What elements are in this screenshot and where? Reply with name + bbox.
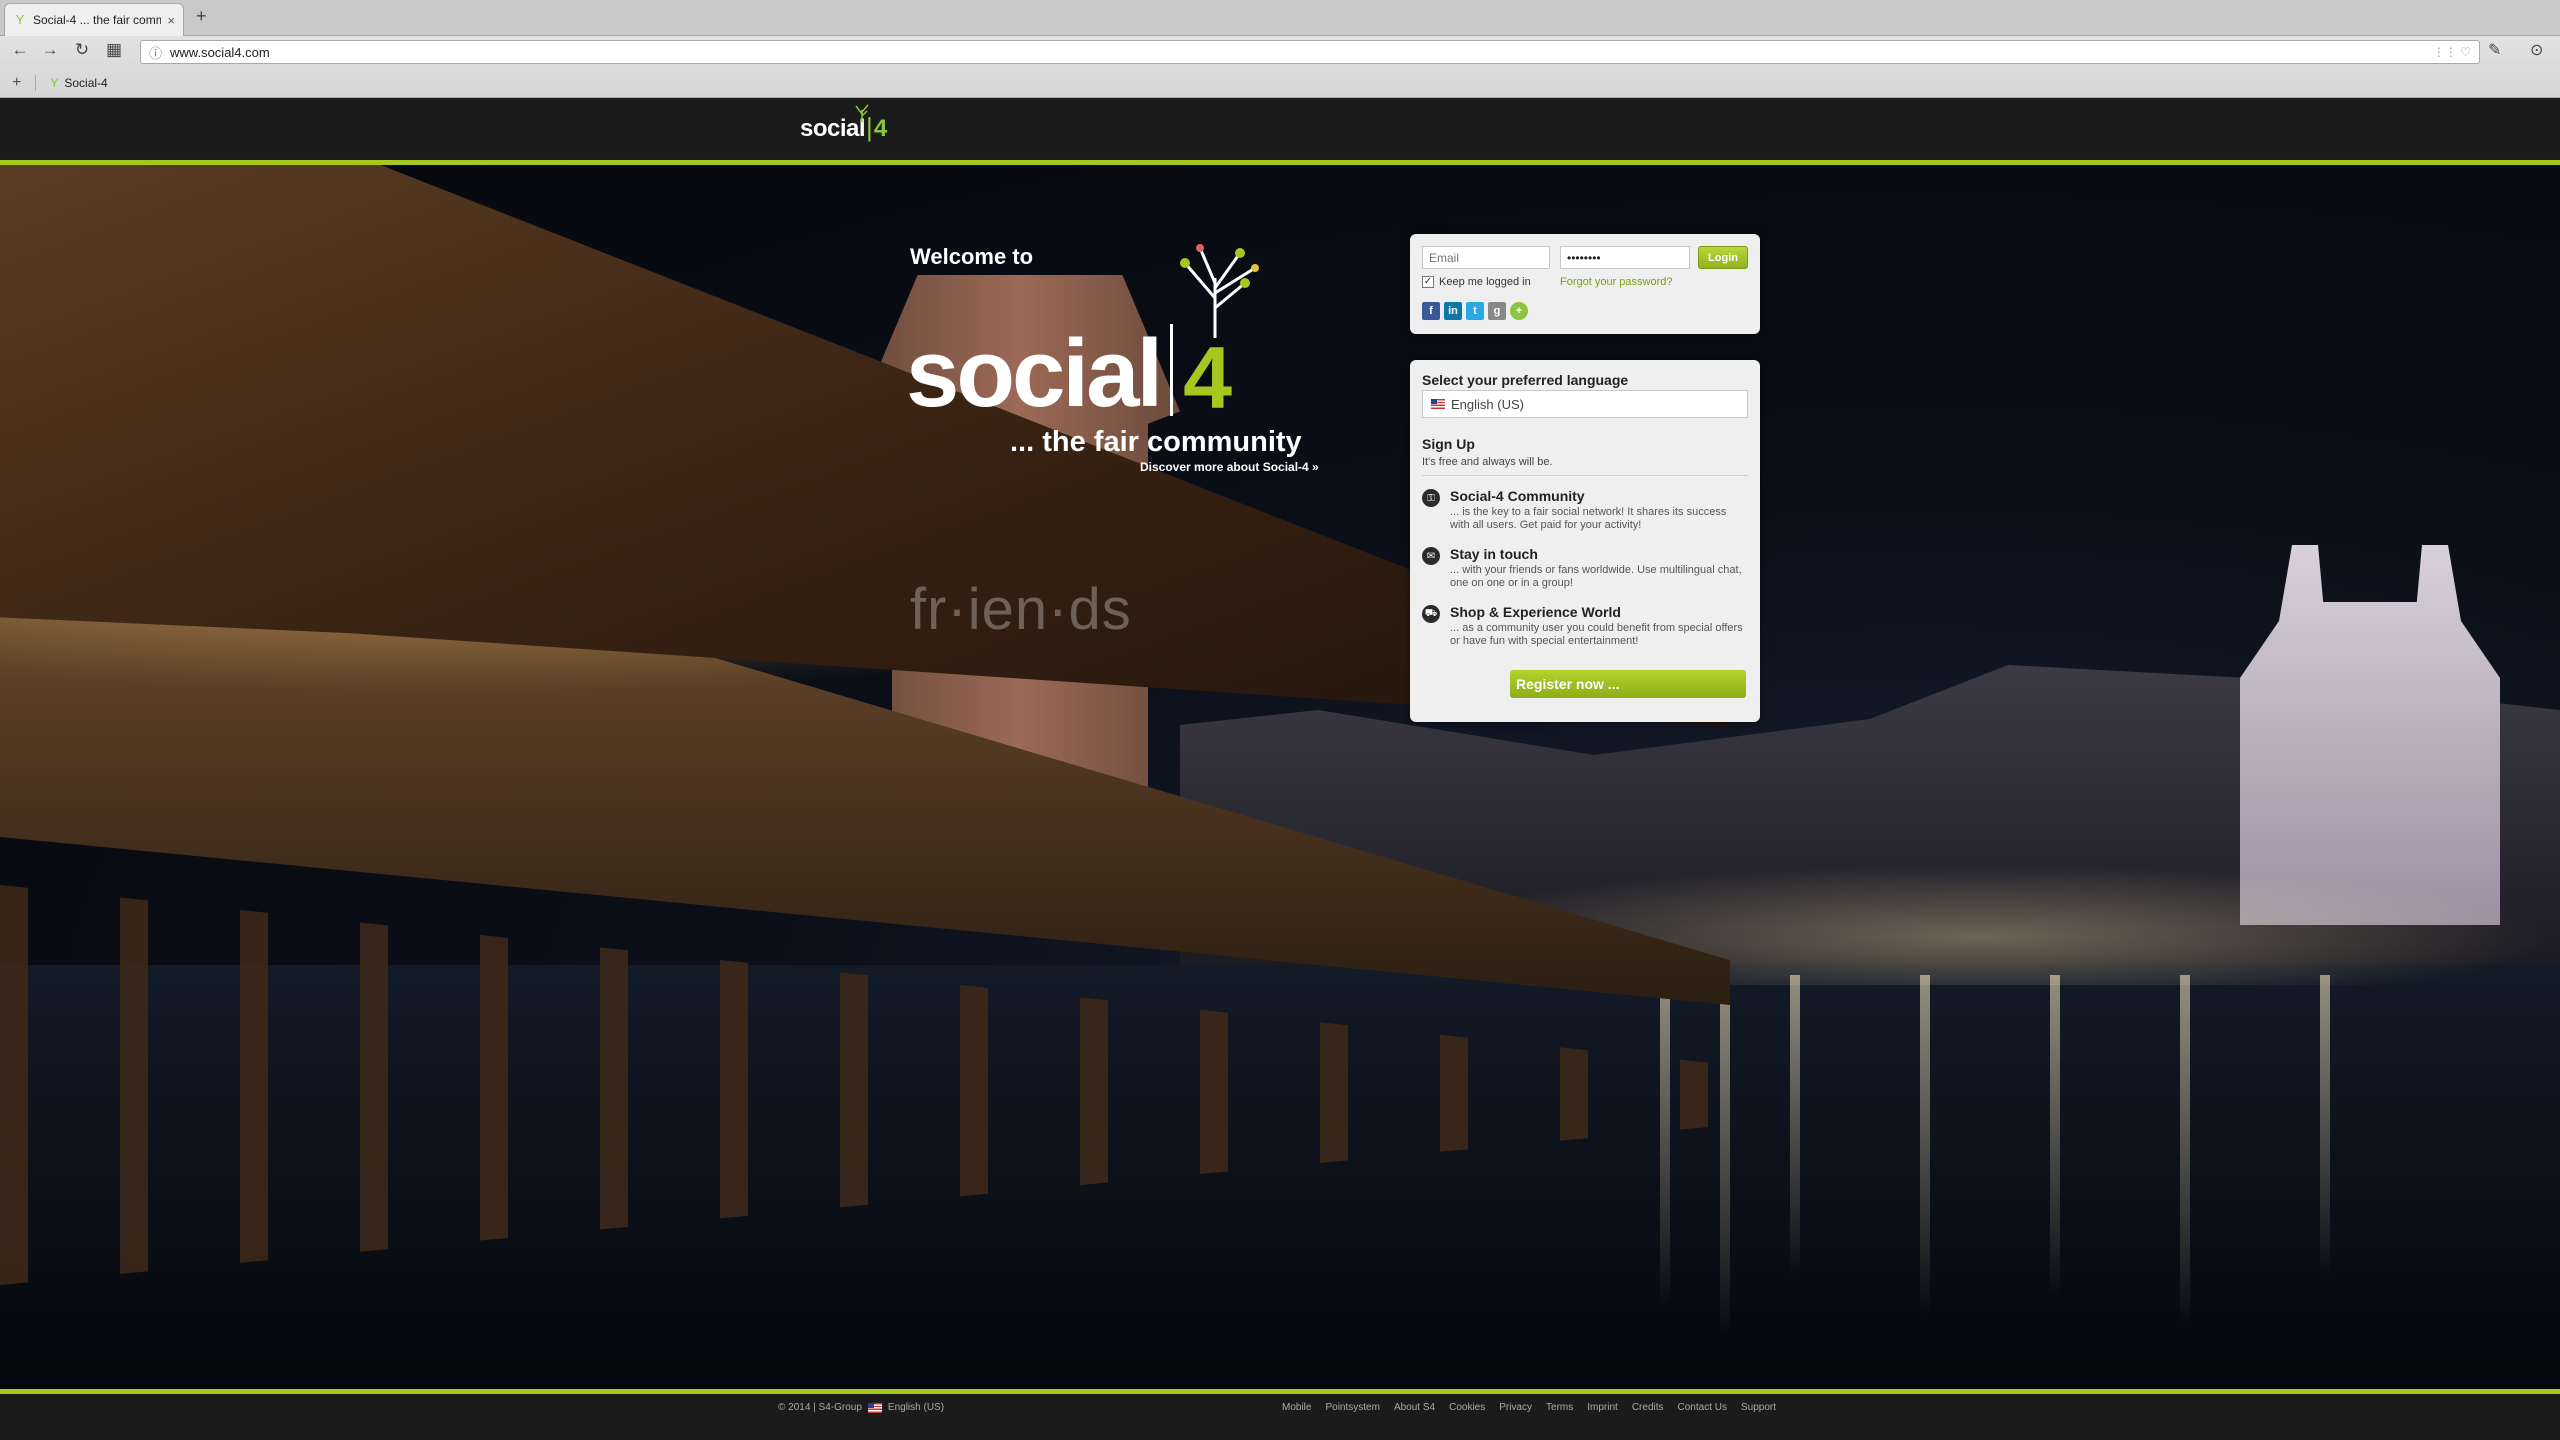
login-box: Login ✓ Keep me logged in Forgot your pa… xyxy=(1410,234,1760,334)
feature-description: ... with your friends or fans worldwide.… xyxy=(1450,564,1742,589)
footer-link-credits[interactable]: Credits xyxy=(1632,1402,1664,1413)
more-icon[interactable]: + xyxy=(1510,302,1528,320)
social4-logo: social 4 xyxy=(906,324,1232,422)
footer-link-cookies[interactable]: Cookies xyxy=(1449,1402,1485,1413)
footer-copyright: © 2014 | S4-Group xyxy=(778,1402,862,1413)
signup-divider xyxy=(1422,475,1748,476)
linkedin-icon[interactable]: in xyxy=(1444,302,1462,320)
email-field[interactable] xyxy=(1422,246,1550,269)
light-reflection xyxy=(2050,975,2060,1295)
tree-logo-icon xyxy=(1180,244,1259,338)
feature-title: Shop & Experience World xyxy=(1450,604,1621,620)
keep-logged-in-checkbox[interactable]: ✓ xyxy=(1422,276,1434,288)
header-logo[interactable]: social | 4 xyxy=(800,104,888,143)
register-button[interactable]: Register now ... xyxy=(1510,670,1746,698)
feature-title: Social-4 Community xyxy=(1450,488,1585,504)
footer-link-pointsystem[interactable]: Pointsystem xyxy=(1325,1402,1379,1413)
logo-divider xyxy=(1170,324,1174,416)
feature-shop: ⛟ Shop & Experience World ... as a commu… xyxy=(1422,604,1748,648)
password-field[interactable] xyxy=(1560,246,1690,269)
light-reflection xyxy=(2180,975,2190,1325)
feature-description: ... is the key to a fair social network!… xyxy=(1450,506,1727,531)
footer-link-mobile[interactable]: Mobile xyxy=(1282,1402,1311,1413)
tree-icon xyxy=(855,104,869,122)
social-login-icons: f in t g + xyxy=(1422,302,1528,320)
bookmark-label: Social-4 xyxy=(64,76,108,90)
light-reflection xyxy=(1790,975,1800,1275)
forward-icon[interactable]: → xyxy=(38,40,62,60)
cart-icon: ⛟ xyxy=(1422,605,1440,623)
tagline: ... the fair community xyxy=(1010,426,1302,458)
signup-box: Select your preferred language English (… xyxy=(1410,360,1760,722)
welcome-title: Welcome to xyxy=(910,244,1034,269)
url-text: www.social4.com xyxy=(170,44,270,60)
footer-link-terms[interactable]: Terms xyxy=(1546,1402,1573,1413)
twitter-icon[interactable]: t xyxy=(1466,302,1484,320)
us-flag-icon xyxy=(867,1402,882,1413)
bookmarks-bar: + Y Social-4 xyxy=(0,68,2560,98)
reload-icon[interactable]: ↻ xyxy=(70,40,94,60)
tab-strip: Y Social-4 ... the fair commu × + xyxy=(0,0,2560,36)
language-value: English (US) xyxy=(1451,396,1524,412)
footer-link-privacy[interactable]: Privacy xyxy=(1499,1402,1532,1413)
apps-grid-icon[interactable]: ▦ xyxy=(102,40,126,60)
browser-tab[interactable]: Y Social-4 ... the fair commu × xyxy=(4,3,184,36)
browser-chrome: Y Social-4 ... the fair commu × + ← → ↻ … xyxy=(0,0,2560,98)
feature-community: ⚿ Social-4 Community ... is the key to a… xyxy=(1422,488,1748,532)
discover-link[interactable]: Discover more about Social-4 » xyxy=(1140,460,1319,474)
close-tab-icon[interactable]: × xyxy=(167,13,175,28)
language-select[interactable]: English (US) xyxy=(1422,390,1748,418)
us-flag-icon xyxy=(1431,399,1445,409)
facebook-icon[interactable]: f xyxy=(1422,302,1440,320)
footer-link-contact[interactable]: Contact Us xyxy=(1678,1402,1727,1413)
logo-social-text: social xyxy=(906,320,1163,427)
feature-stay-in-touch: ✉ Stay in touch ... with your friends or… xyxy=(1422,546,1748,590)
site-header: social | 4 xyxy=(0,98,2560,160)
new-tab-icon[interactable]: + xyxy=(196,6,207,27)
footer-link-about[interactable]: About S4 xyxy=(1394,1402,1435,1413)
friends-text: fr·ien·ds xyxy=(910,577,1132,642)
google-icon[interactable]: g xyxy=(1488,302,1506,320)
page-actions-icon[interactable]: ⋮⋮ ♡ xyxy=(2433,45,2471,59)
forgot-password-link[interactable]: Forgot your password? xyxy=(1560,276,1673,288)
chat-icon: ✉ xyxy=(1422,547,1440,565)
site-viewport: social | 4 Welcome to social 4 ... the f… xyxy=(0,98,2560,1440)
logo-four-text: 4 xyxy=(1183,328,1233,427)
hero-background-image xyxy=(0,165,2560,1389)
wrench-icon[interactable]: ✎ xyxy=(2488,40,2501,60)
header-logo-four: 4 xyxy=(873,115,888,142)
page-info-icon[interactable]: ⓘ xyxy=(149,43,162,62)
footer-links: Mobile Pointsystem About S4 Cookies Priv… xyxy=(1282,1402,1776,1413)
light-reflection xyxy=(2320,975,2330,1275)
signup-subtitle: It's free and always will be. xyxy=(1422,456,1553,468)
feature-description: ... as a community user you could benefi… xyxy=(1450,622,1743,647)
language-title: Select your preferred language xyxy=(1422,372,1629,388)
light-reflection xyxy=(1720,975,1730,1335)
signup-title: Sign Up xyxy=(1422,436,1475,452)
bookmarks-separator xyxy=(35,75,37,91)
download-icon[interactable]: ⊙ xyxy=(2530,40,2543,60)
address-bar[interactable]: ⓘ www.social4.com ⋮⋮ ♡ xyxy=(140,40,2480,64)
social4-favicon-icon: Y xyxy=(50,76,59,90)
back-icon[interactable]: ← xyxy=(8,40,32,60)
feature-title: Stay in touch xyxy=(1450,546,1538,562)
footer-left: © 2014 | S4-Group English (US) xyxy=(778,1402,944,1413)
footer-link-imprint[interactable]: Imprint xyxy=(1587,1402,1618,1413)
keep-logged-in-label: Keep me logged in xyxy=(1439,276,1531,288)
social4-favicon-icon: Y xyxy=(15,12,25,27)
light-reflection xyxy=(1660,975,1670,1305)
login-button[interactable]: Login xyxy=(1698,246,1748,269)
key-icon: ⚿ xyxy=(1422,489,1440,507)
keep-logged-in-row: ✓ Keep me logged in xyxy=(1422,276,1531,288)
browser-toolbar: ← → ↻ ▦ ⓘ www.social4.com ⋮⋮ ♡ ✎ ⊙ xyxy=(0,36,2560,68)
light-reflection xyxy=(1920,975,1930,1315)
site-footer: © 2014 | S4-Group English (US) Mobile Po… xyxy=(0,1394,2560,1440)
footer-language-link[interactable]: English (US) xyxy=(888,1402,944,1413)
tab-title: Social-4 ... the fair commu xyxy=(33,13,162,27)
bookmark-social4[interactable]: Y Social-4 xyxy=(50,76,107,90)
footer-link-support[interactable]: Support xyxy=(1741,1402,1776,1413)
add-bookmark-icon[interactable]: + xyxy=(12,74,21,92)
